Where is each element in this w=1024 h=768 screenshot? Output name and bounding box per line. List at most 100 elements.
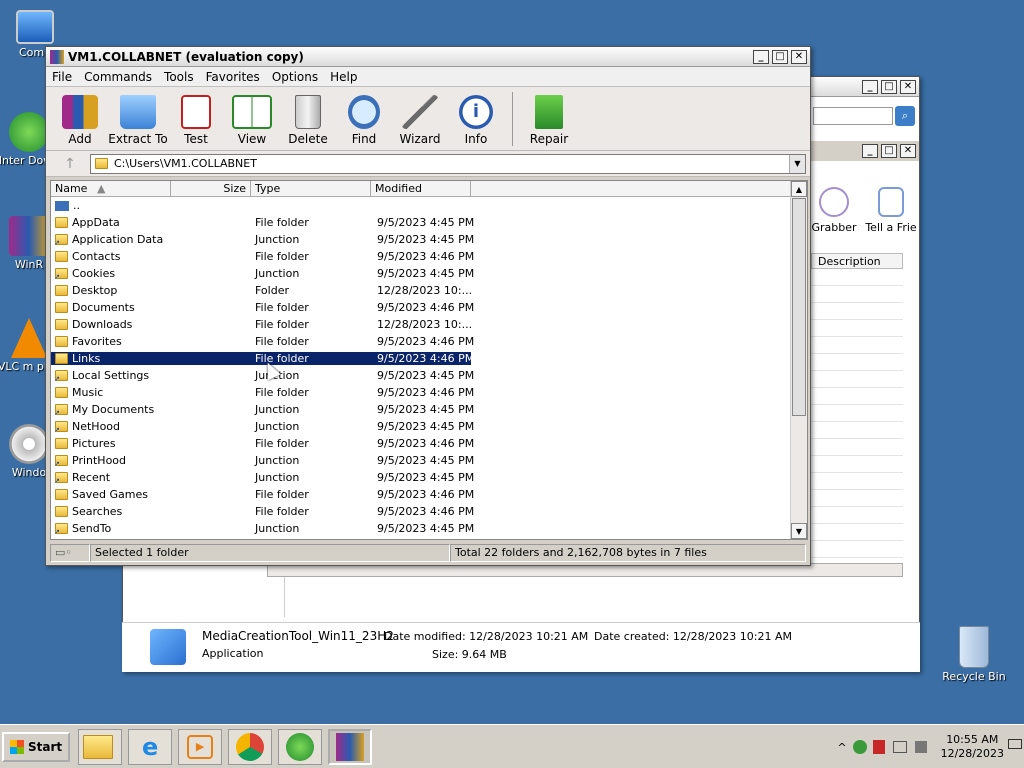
show-hidden-icons-icon[interactable]: ^ bbox=[837, 741, 846, 754]
menu-file[interactable]: File bbox=[46, 70, 78, 84]
close-button[interactable]: ✕ bbox=[900, 79, 916, 94]
inner-close-button[interactable]: ✕ bbox=[900, 144, 916, 158]
search-icon[interactable]: ⌕ bbox=[895, 106, 915, 126]
table-row[interactable]: Pictures File folder 9/5/2023 4:46 PM bbox=[51, 435, 807, 452]
find-button[interactable]: Find bbox=[336, 95, 392, 146]
minimize-button[interactable]: _ bbox=[753, 49, 769, 64]
menu-options[interactable]: Options bbox=[266, 70, 324, 84]
menu-commands[interactable]: Commands bbox=[78, 70, 158, 84]
maximize-button[interactable]: □ bbox=[881, 79, 897, 94]
scroll-down-arrow[interactable]: ▼ bbox=[791, 523, 807, 539]
chevron-down-icon[interactable]: ▼ bbox=[789, 154, 805, 173]
maximize-button[interactable]: □ bbox=[772, 49, 788, 64]
details-date-created: Date created: 12/28/2023 10:21 AM bbox=[594, 630, 793, 643]
windows-logo-icon bbox=[10, 739, 24, 754]
inner-minimize-button[interactable]: _ bbox=[862, 144, 878, 158]
info-icon: i bbox=[459, 95, 493, 129]
test-button[interactable]: Test bbox=[168, 95, 224, 146]
tell-a-friend-tool[interactable]: Tell a Frie bbox=[863, 187, 919, 234]
wizard-button[interactable]: Wizard bbox=[392, 95, 448, 146]
inner-window-titlebar[interactable]: _ □ ✕ bbox=[811, 141, 919, 161]
table-row[interactable]: SendTo Junction 9/5/2023 4:45 PM bbox=[51, 520, 807, 537]
scroll-up-arrow[interactable]: ▲ bbox=[791, 181, 807, 197]
column-type[interactable]: Type bbox=[251, 181, 371, 196]
row-modified-cell: 9/5/2023 4:46 PM bbox=[377, 386, 475, 399]
column-name[interactable]: Name ▲ bbox=[51, 181, 171, 196]
parent-folder-row[interactable]: .. bbox=[51, 197, 807, 214]
inner-maximize-button[interactable]: □ bbox=[881, 144, 897, 158]
row-type-cell: File folder bbox=[255, 437, 309, 450]
table-row[interactable]: NetHood Junction 9/5/2023 4:45 PM bbox=[51, 418, 807, 435]
add-button[interactable]: Add bbox=[52, 95, 108, 146]
menu-favorites[interactable]: Favorites bbox=[200, 70, 266, 84]
junction-folder-icon bbox=[54, 455, 68, 468]
table-row[interactable]: Local SettingsJunction9/5/2023 4:45 PM bbox=[51, 367, 807, 384]
taskbar-download-manager[interactable] bbox=[278, 728, 323, 765]
path-field[interactable]: C:\Users\VM1.COLLABNET ▼ bbox=[90, 153, 806, 174]
column-size[interactable]: Size bbox=[171, 181, 251, 196]
table-row[interactable]: Downloads File folder 12/28/2023 10:... bbox=[51, 316, 807, 333]
table-row[interactable]: Documents File folder 9/5/2023 4:46 PM bbox=[51, 299, 807, 316]
table-row[interactable]: Searches File folder 9/5/2023 4:46 PM bbox=[51, 503, 807, 520]
table-row[interactable]: Recent Junction 9/5/2023 4:45 PM bbox=[51, 469, 807, 486]
row-modified-cell: 9/5/2023 4:45 PM bbox=[377, 216, 475, 229]
row-name-cell: Favorites bbox=[51, 335, 251, 348]
row-type-cell: File folder bbox=[255, 488, 309, 501]
action-center-flag-icon[interactable] bbox=[872, 740, 885, 754]
table-row[interactable]: Favorites File folder 9/5/2023 4:46 PM bbox=[51, 333, 807, 350]
up-arrow-icon[interactable]: ↑ bbox=[50, 156, 90, 172]
network-globe-icon[interactable] bbox=[852, 740, 867, 754]
table-row[interactable]: Links File folder 9/5/2023 4:46 PM bbox=[51, 350, 807, 367]
grabber-tool[interactable]: Grabber bbox=[811, 187, 857, 234]
test-icon bbox=[181, 95, 211, 129]
keyboard-icon[interactable] bbox=[1008, 739, 1022, 749]
volume-muted-icon[interactable] bbox=[914, 741, 927, 753]
taskbar-internet-explorer[interactable]: e bbox=[128, 728, 173, 765]
menu-tools[interactable]: Tools bbox=[158, 70, 200, 84]
row-modified-cell: 9/5/2023 4:46 PM bbox=[377, 437, 475, 450]
table-row[interactable]: Music File folder 9/5/2023 4:46 PM bbox=[51, 384, 807, 401]
folder-icon bbox=[55, 302, 68, 313]
table-row[interactable]: Desktop Folder 12/28/2023 10:... bbox=[51, 282, 807, 299]
row-name-cell: PrintHood bbox=[51, 454, 251, 468]
details-filetype: Application bbox=[202, 647, 264, 660]
menu-bar: File Commands Tools Favorites Options He… bbox=[46, 67, 810, 87]
scroll-thumb[interactable] bbox=[792, 198, 806, 416]
table-row[interactable]: Application Data Junction 9/5/2023 4:45 PM bbox=[51, 231, 807, 248]
table-row[interactable]: AppData File folder 9/5/2023 4:45 PM bbox=[51, 214, 807, 231]
status-bar: ▭◦ Selected 1 folder Total 22 folders an… bbox=[50, 544, 806, 562]
delete-button[interactable]: Delete bbox=[280, 95, 336, 146]
table-row[interactable]: Cookies Junction 9/5/2023 4:45 PM bbox=[51, 265, 807, 282]
taskbar-chrome[interactable] bbox=[228, 728, 273, 765]
taskbar-media-player[interactable]: ▶ bbox=[178, 728, 223, 765]
up-folder-icon bbox=[55, 200, 69, 211]
menu-help[interactable]: Help bbox=[324, 70, 363, 84]
close-button[interactable]: ✕ bbox=[791, 49, 807, 64]
address-bar: ↑ C:\Users\VM1.COLLABNET ▼ bbox=[46, 151, 810, 177]
start-button[interactable]: Start bbox=[2, 731, 71, 762]
repair-button[interactable]: Repair bbox=[521, 95, 577, 146]
minimize-button[interactable]: _ bbox=[862, 79, 878, 94]
winrar-window[interactable]: VM1.COLLABNET (evaluation copy) _ □ ✕ Fi… bbox=[45, 46, 811, 566]
row-name-cell: Recent bbox=[51, 471, 251, 485]
view-button[interactable]: View bbox=[224, 95, 280, 146]
taskbar-explorer[interactable] bbox=[78, 728, 123, 765]
winrar-titlebar[interactable]: VM1.COLLABNET (evaluation copy) _ □ ✕ bbox=[46, 47, 810, 67]
explorer-search-box[interactable] bbox=[813, 107, 893, 125]
column-modified[interactable]: Modified bbox=[371, 181, 471, 196]
explorer-details-pane: MediaCreationTool_Win11_23H2 Application… bbox=[122, 622, 920, 672]
description-column-header[interactable]: Description bbox=[811, 253, 903, 269]
table-row[interactable]: My Documents Junction 9/5/2023 4:45 PM bbox=[51, 401, 807, 418]
taskbar-winrar[interactable] bbox=[328, 728, 373, 765]
table-row[interactable]: Saved Games File folder 9/5/2023 4:46 PM bbox=[51, 486, 807, 503]
network-icon[interactable] bbox=[892, 741, 907, 753]
vertical-scrollbar[interactable]: ▲ ▼ bbox=[790, 181, 807, 539]
info-button[interactable]: i Info bbox=[448, 95, 504, 146]
desktop-icon-recycle-bin[interactable]: Recycle Bin bbox=[939, 626, 1009, 683]
thumbs-up-icon bbox=[878, 187, 904, 217]
extract-to-button[interactable]: Extract To bbox=[108, 95, 168, 146]
clock[interactable]: 10:55 AM 12/28/2023 bbox=[941, 733, 1004, 761]
table-row[interactable]: Contacts File folder 9/5/2023 4:46 PM bbox=[51, 248, 807, 265]
row-name-cell: Desktop bbox=[51, 284, 251, 297]
table-row[interactable]: PrintHood Junction 9/5/2023 4:45 PM bbox=[51, 452, 807, 469]
